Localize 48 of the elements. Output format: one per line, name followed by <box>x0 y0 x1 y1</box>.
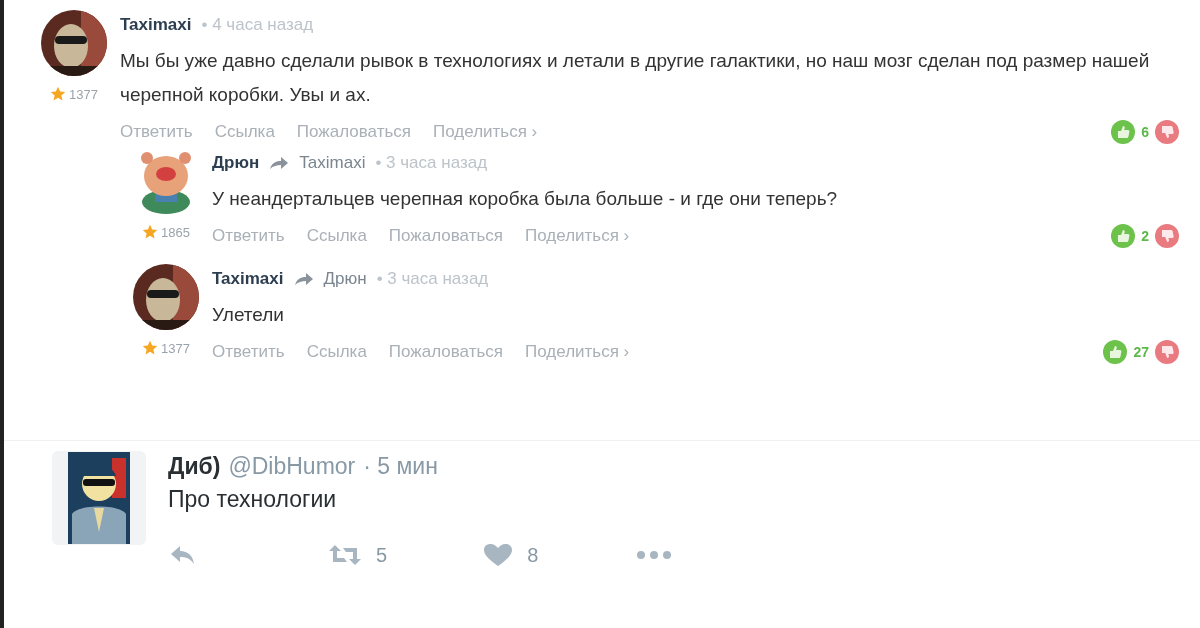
reply-to-name[interactable]: Taximaxi <box>299 153 366 173</box>
tweet-time: · 5 мин <box>363 453 438 480</box>
vote-count: 2 <box>1141 228 1149 244</box>
author-name[interactable]: Taximaxi <box>212 269 284 289</box>
tweet-author-name[interactable]: Диб) <box>168 453 221 480</box>
star-icon <box>142 340 159 356</box>
comment-action-link[interactable]: Ответить <box>212 226 285 246</box>
comment-text: Мы бы уже давно сделали рывок в технологиях и летали в другие галактики, но наш мозг сделан под размер нашей черепной коробки. Увы и ах. <box>120 49 1151 107</box>
vote-count: 27 <box>1133 344 1149 360</box>
author-name[interactable]: Taximaxi <box>120 15 192 35</box>
heart-icon[interactable] <box>483 543 514 567</box>
retweet-icon[interactable] <box>328 543 362 567</box>
star-icon <box>142 224 159 240</box>
comment-time: • 3 часа назад <box>375 153 488 173</box>
retweet-count: 5 <box>376 543 388 567</box>
reply-arrow-icon <box>293 272 314 286</box>
like-count: 8 <box>527 543 539 567</box>
comment-time: • 3 часа назад <box>376 269 489 289</box>
comment-action-link[interactable]: Пожаловаться <box>388 342 503 362</box>
comment-action-link[interactable]: Ссылка <box>214 122 275 142</box>
comment-action-link[interactable]: Поделиться › <box>525 226 630 246</box>
comment-action-link[interactable]: Ответить <box>212 342 285 362</box>
comment-action-link[interactable]: Поделиться › <box>433 122 538 142</box>
rating-count: 1377 <box>161 340 190 356</box>
thumbs-up-icon[interactable] <box>1110 223 1137 249</box>
comment-action-link[interactable]: Ссылка <box>306 226 367 246</box>
thumbs-down-icon[interactable] <box>1154 339 1180 365</box>
comment-text: У неандертальцев черепная коробка была больше - и где они теперь? <box>212 187 839 211</box>
comment-text: Улетели <box>212 303 285 327</box>
comment-action-link[interactable]: Пожаловаться <box>296 122 411 142</box>
comment-action-link[interactable]: Пожаловаться <box>388 226 503 246</box>
thumbs-down-icon[interactable] <box>1154 223 1180 249</box>
rating-count: 1865 <box>161 224 190 240</box>
comment-time: • 4 часа назад <box>201 15 314 35</box>
thumbs-up-icon[interactable] <box>1110 119 1137 145</box>
reply-to-name[interactable]: Дрюн <box>323 269 367 289</box>
star-icon <box>50 86 67 102</box>
author-name[interactable]: Дрюн <box>212 153 260 173</box>
comment-action-link[interactable]: Ответить <box>120 122 193 142</box>
tweet-text: Про технологии <box>168 486 338 513</box>
thumbs-down-icon[interactable] <box>1154 119 1180 145</box>
rating-count: 1377 <box>69 86 98 102</box>
reply-arrow-icon <box>269 156 290 170</box>
thumbs-up-icon[interactable] <box>1102 339 1129 365</box>
comment-action-link[interactable]: Ссылка <box>306 342 367 362</box>
tweet-handle[interactable]: @DibHumor <box>228 453 356 480</box>
comment-action-link[interactable]: Поделиться › <box>525 342 630 362</box>
vote-count: 6 <box>1141 124 1149 140</box>
